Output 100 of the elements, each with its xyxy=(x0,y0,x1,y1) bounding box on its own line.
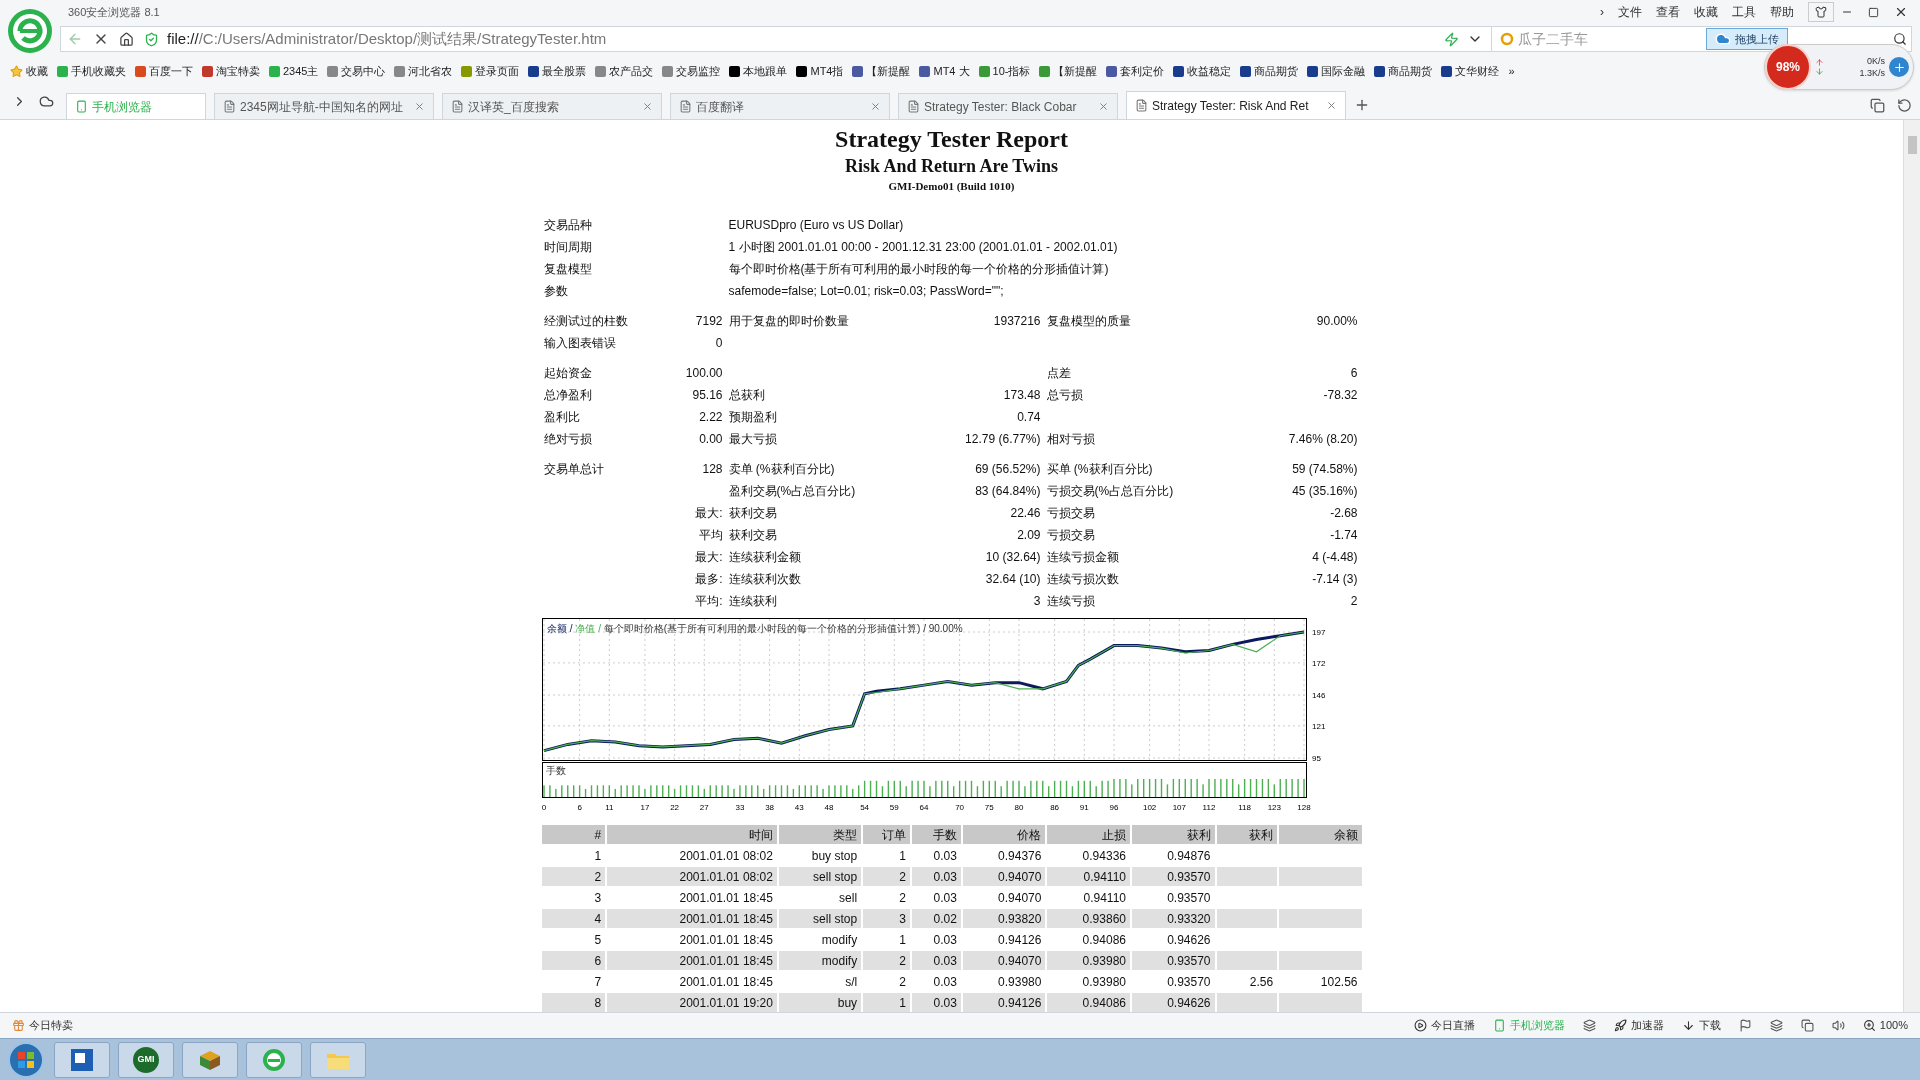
stat-label: 经测试过的柱数 xyxy=(543,314,628,328)
stat-label: 复盘模型的质量 xyxy=(1046,314,1131,328)
table-cell: 0.03 xyxy=(911,993,961,1012)
x-tick-label: 123 xyxy=(1267,803,1281,812)
table-cell: 2001.01.01 18:45 xyxy=(607,951,777,970)
stat-value: 128 xyxy=(702,462,723,476)
stat-value: 6 xyxy=(1350,366,1358,380)
stat-label: 买单 (%获利百分比) xyxy=(1046,462,1153,476)
stat-label: 起始资金 xyxy=(543,366,592,380)
stat-label: 输入图表错误 xyxy=(543,336,616,350)
column-header: 订单 xyxy=(863,825,910,844)
x-tick-label: 128 xyxy=(1296,803,1311,812)
x-tick-label: 43 xyxy=(794,803,804,812)
stat-label: 连续亏损 xyxy=(1046,594,1095,608)
download-speed: 1.3K/s xyxy=(1859,67,1885,79)
info-value: 每个即时价格(基于所有可利用的最小时段的每一个价格的分形插值计算) xyxy=(728,262,1109,276)
x-tick-label: 107 xyxy=(1172,803,1186,812)
stat-value: 0.74 xyxy=(1017,410,1041,424)
x-tick-label: 91 xyxy=(1079,803,1089,812)
table-cell: 3 xyxy=(863,909,910,928)
stat-label: 获利交易 xyxy=(728,506,777,520)
stat-label: 点差 xyxy=(1046,366,1071,380)
stat-label: 交易单总计 xyxy=(543,462,604,476)
x-tick-label: 17 xyxy=(640,803,649,812)
x-tick-label: 80 xyxy=(1014,803,1023,812)
stat-label: 绝对亏损 xyxy=(543,432,592,446)
stat-value: 平均: xyxy=(695,594,723,608)
table-cell: 2001.01.01 08:02 xyxy=(607,867,777,886)
table-cell: 8 xyxy=(541,993,606,1012)
y-tick-label: 121 xyxy=(1311,721,1325,731)
stat-label: 相对亏损 xyxy=(1046,432,1095,446)
column-header: # xyxy=(541,825,606,844)
stat-label: 最大亏损 xyxy=(728,432,777,446)
stat-label: 卖单 (%获利百分比) xyxy=(728,462,835,476)
x-tick-label: 48 xyxy=(824,803,833,812)
stat-value: 最大: xyxy=(695,506,723,520)
table-cell: 0.93320 xyxy=(1132,909,1215,928)
y-tick-label: 172 xyxy=(1311,658,1325,668)
column-header: 止损 xyxy=(1047,825,1130,844)
stat-label: 总净盈利 xyxy=(543,388,592,402)
server-name: GMI-Demo01 (Build 1010) xyxy=(888,179,1015,194)
stat-value: 3 xyxy=(1033,594,1041,608)
x-tick-label: 22 xyxy=(669,803,679,812)
stat-label: 连续获利 xyxy=(728,594,777,608)
window-title: 360安全浏览器 8.1 xyxy=(68,4,160,20)
x-tick-label: 112 xyxy=(1202,803,1215,812)
table-cell: 2001.01.01 19:20 xyxy=(607,993,777,1012)
x-tick-label: 54 xyxy=(859,803,869,812)
stat-value: 1937216 xyxy=(993,314,1041,328)
column-header: 余额 xyxy=(1279,825,1362,844)
stat-value: 0.00 xyxy=(699,432,723,446)
report-title: Strategy Tester Report xyxy=(835,125,1068,154)
stat-label: 复盘模型 xyxy=(543,262,592,276)
stat-label: 连续获利次数 xyxy=(728,572,801,586)
stat-label: 总获利 xyxy=(728,388,765,402)
table-cell: 0.94110 xyxy=(1047,867,1130,886)
table-cell: modify xyxy=(778,951,862,970)
stat-label: 连续亏损金额 xyxy=(1046,550,1119,564)
x-tick-label: 0 xyxy=(541,803,546,812)
info-value: 1 小时图 2001.01.01 00:00 - 2001.12.31 23:00 (2001.01.01 - 2002.01.01) xyxy=(728,240,1118,254)
x-tick-label: 86 xyxy=(1049,803,1059,812)
stat-label: 获利交易 xyxy=(728,528,777,542)
stat-label: 亏损交易(%占总百分比) xyxy=(1046,484,1174,498)
stat-value: -2.68 xyxy=(1330,506,1358,520)
table-cell: 0.93570 xyxy=(1132,867,1215,886)
stat-value: -78.32 xyxy=(1323,388,1358,402)
stat-label: 用于复盘的即时价数量 xyxy=(728,314,849,328)
stat-value: -7.14 (3) xyxy=(1312,572,1358,586)
stat-value: 0 xyxy=(715,336,723,350)
column-header: 时间 xyxy=(607,825,777,844)
table-cell: 0.93820 xyxy=(962,909,1046,928)
stat-value: 90.00% xyxy=(1316,314,1358,328)
stat-label: 总亏损 xyxy=(1046,388,1083,402)
stat-label: 亏损交易 xyxy=(1046,528,1095,542)
table-cell: 0.94086 xyxy=(1047,993,1130,1012)
table-cell: sell stop xyxy=(778,867,862,886)
stat-label: 连续获利金额 xyxy=(728,550,801,564)
x-tick-label: 118 xyxy=(1237,803,1251,812)
stat-value: 最多: xyxy=(695,572,723,586)
x-tick-label: 75 xyxy=(984,803,994,812)
table-cell: 0.94070 xyxy=(962,951,1046,970)
app-badge: GMI xyxy=(133,1046,159,1073)
stat-label: 预期盈利 xyxy=(728,410,777,424)
table-cell: 0.93570 xyxy=(1132,951,1215,970)
stat-value: 22.46 xyxy=(1010,506,1041,520)
stat-value: 10 (32.64) xyxy=(985,550,1041,564)
stat-value: 100.00 xyxy=(685,366,723,380)
x-tick-label: 96 xyxy=(1109,803,1118,812)
x-tick-label: 33 xyxy=(735,803,744,812)
table-cell: 0.94126 xyxy=(962,993,1046,1012)
table-cell: 0.03 xyxy=(911,951,961,970)
table-cell: 2 xyxy=(863,951,910,970)
stat-value: 2 xyxy=(1350,594,1358,608)
info-value: EURUSDpro (Euro vs US Dollar) xyxy=(728,218,904,232)
table-cell: 0.94626 xyxy=(1132,993,1215,1012)
table-cell: 0.02 xyxy=(911,909,961,928)
stat-value: 69 (56.52%) xyxy=(975,462,1041,476)
stat-label: 连续亏损次数 xyxy=(1046,572,1119,586)
y-tick-label: 95 xyxy=(1311,754,1321,763)
table-cell: 2001.01.01 18:45 xyxy=(607,909,777,928)
